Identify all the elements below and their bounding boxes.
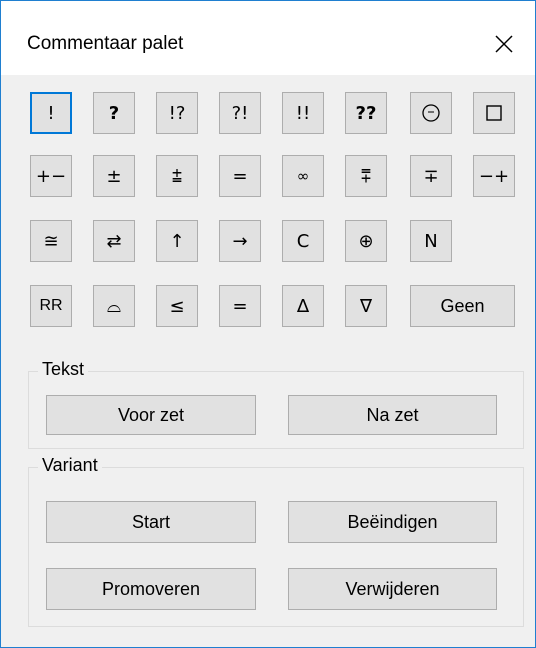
symbol-label: C xyxy=(296,230,310,252)
symbol-label: ! xyxy=(47,102,55,124)
start-variation-label: Start xyxy=(131,511,170,532)
symbol-label: = xyxy=(232,165,248,187)
symbol-button-black-better[interactable]: ∓ xyxy=(410,155,452,197)
symbol-button-better-is[interactable]: ∆ xyxy=(282,285,324,327)
delete-variation-label: Verwijderen xyxy=(345,578,440,599)
symbol-button-fewer[interactable]: ≤ xyxy=(156,285,198,327)
symbol-button-exclamation[interactable]: ! xyxy=(30,92,72,134)
close-icon[interactable] xyxy=(487,27,521,61)
variant-group-label: Variant xyxy=(38,455,102,476)
symbol-button-question[interactable]: ? xyxy=(93,92,135,134)
symbol-label: N xyxy=(424,230,438,252)
symbol-button-counterplay[interactable]: ⇄ xyxy=(93,220,135,262)
symbol-label: ≅ xyxy=(43,230,59,252)
symbol-label: −+ xyxy=(478,165,510,187)
symbol-button-interesting[interactable]: !? xyxy=(156,92,198,134)
after-move-button[interactable]: Na zet xyxy=(288,395,497,435)
symbol-button-dubious[interactable]: ?! xyxy=(219,92,261,134)
tekst-group-label: Tekst xyxy=(38,359,89,380)
window-title: Commentaar palet xyxy=(27,33,184,54)
symbol-button-weak-point[interactable]: ∇ xyxy=(345,285,387,327)
symbol-button-blunder[interactable]: ?? xyxy=(345,92,387,134)
symbol-button-black-decisive[interactable]: −+ xyxy=(473,155,515,197)
symbol-label: → xyxy=(232,230,248,252)
symbol-button-editorial[interactable]: RR xyxy=(30,285,72,327)
symbol-button-novelty[interactable]: N xyxy=(410,220,452,262)
none-button-label: Geen xyxy=(440,295,485,316)
symbol-button-equal-2[interactable]: = xyxy=(219,285,261,327)
symbol-button-equal[interactable]: = xyxy=(219,155,261,197)
symbol-button-brilliant[interactable]: !! xyxy=(282,92,324,134)
symbol-button-compensation[interactable]: ≅ xyxy=(30,220,72,262)
symbol-label: +− xyxy=(35,165,67,187)
symbol-button-space[interactable]: ⌓ xyxy=(93,285,135,327)
square-icon xyxy=(486,105,502,121)
symbol-label: ?? xyxy=(355,102,377,124)
symbol-label: ∆ xyxy=(296,295,310,317)
symbol-label: ↑ xyxy=(169,230,185,252)
symbol-label: ⩱ xyxy=(360,165,372,187)
promote-variation-button[interactable]: Promoveren xyxy=(46,568,256,610)
delete-variation-button[interactable]: Verwijderen xyxy=(288,568,497,610)
symbol-label: ≤ xyxy=(169,295,185,317)
symbol-button-square[interactable] xyxy=(473,92,515,134)
symbol-label: RR xyxy=(39,297,63,314)
symbol-label: ± xyxy=(106,165,122,187)
after-move-label: Na zet xyxy=(366,404,419,425)
symbol-label: ? xyxy=(108,102,120,124)
symbol-button-development[interactable]: C xyxy=(282,220,324,262)
promote-variation-label: Promoveren xyxy=(101,578,201,599)
symbol-label: = xyxy=(232,295,248,317)
comment-palette-window: Commentaar palet ! ? !? ?! !! ?? +− ± ⩲ … xyxy=(0,0,536,648)
symbol-label: ∇ xyxy=(359,295,373,317)
before-move-label: Voor zet xyxy=(117,404,185,425)
symbol-label: !? xyxy=(168,102,186,124)
symbol-button-unclear[interactable]: ∞ xyxy=(282,155,324,197)
symbol-label: ∞ xyxy=(296,167,310,185)
symbol-button-white-decisive[interactable]: +− xyxy=(30,155,72,197)
symbol-label: ?! xyxy=(231,102,249,124)
start-variation-button[interactable]: Start xyxy=(46,501,256,543)
symbol-button-attack[interactable]: → xyxy=(219,220,261,262)
symbol-button-circle[interactable] xyxy=(410,92,452,134)
symbol-button-white-better[interactable]: ± xyxy=(93,155,135,197)
symbol-button-initiative[interactable]: ↑ xyxy=(156,220,198,262)
symbol-button-black-slight[interactable]: ⩱ xyxy=(345,155,387,197)
symbol-label: !! xyxy=(295,102,311,124)
symbol-label: ⌓ xyxy=(106,295,122,317)
symbol-label: ⇄ xyxy=(106,230,122,252)
circle-icon xyxy=(422,104,440,122)
symbol-label: ∓ xyxy=(423,165,439,187)
end-variation-button[interactable]: Beëindigen xyxy=(288,501,497,543)
end-variation-label: Beëindigen xyxy=(347,511,438,532)
symbol-label: ⊕ xyxy=(358,230,374,252)
symbol-label: ⩲ xyxy=(171,165,183,187)
before-move-button[interactable]: Voor zet xyxy=(46,395,256,435)
none-button[interactable]: Geen xyxy=(410,285,515,327)
symbol-button-center[interactable]: ⊕ xyxy=(345,220,387,262)
title-bar: Commentaar palet xyxy=(1,1,535,75)
symbol-button-white-slight[interactable]: ⩲ xyxy=(156,155,198,197)
